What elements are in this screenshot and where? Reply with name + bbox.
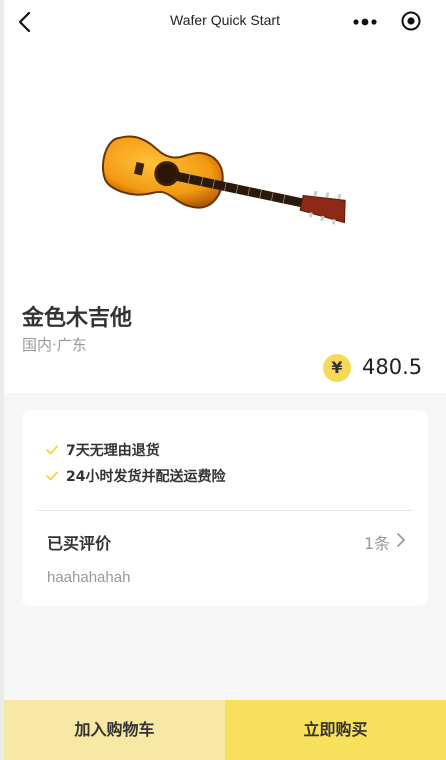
service-item-shipping: 24小时发货并配送运费险 [46, 466, 286, 486]
page-title: Wafer Quick Start [170, 12, 280, 28]
reviews-title: 已买评价 [47, 534, 112, 553]
app-window: Wafer Quick Start 金色木吉他 国内·广东 ¥ 480.5 7天… [4, 0, 446, 760]
product-image [101, 135, 346, 225]
check-icon [46, 445, 58, 455]
target-close-icon[interactable] [400, 10, 422, 32]
product-section: 金色木吉他 国内·广东 ¥ 480.5 [4, 44, 446, 393]
buy-now-button[interactable]: 立即购买 [225, 700, 446, 760]
review-comment: haahahahah [47, 569, 131, 586]
yen-icon: ¥ [323, 354, 351, 382]
navigation-bar: Wafer Quick Start [4, 0, 446, 44]
chevron-right-icon[interactable] [395, 532, 407, 548]
bottom-action-bar: 加入购物车 立即购买 [4, 700, 446, 760]
service-label: 7天无理由退货 [66, 443, 160, 459]
more-dots-icon[interactable] [352, 14, 378, 30]
service-label: 24小时发货并配送运费险 [66, 469, 226, 485]
check-icon [46, 471, 58, 481]
service-item-return: 7天无理由退货 [46, 440, 246, 460]
product-name: 金色木吉他 [22, 306, 133, 331]
reviews-count-link[interactable]: 1条 [364, 530, 390, 554]
product-price: 480.5 [362, 355, 423, 379]
add-to-cart-button[interactable]: 加入购物车 [4, 700, 225, 760]
info-card: 7天无理由退货 24小时发货并配送运费险 已买评价 1条 haahahahah [22, 410, 428, 606]
divider [37, 510, 413, 511]
product-origin: 国内·广东 [22, 336, 87, 354]
